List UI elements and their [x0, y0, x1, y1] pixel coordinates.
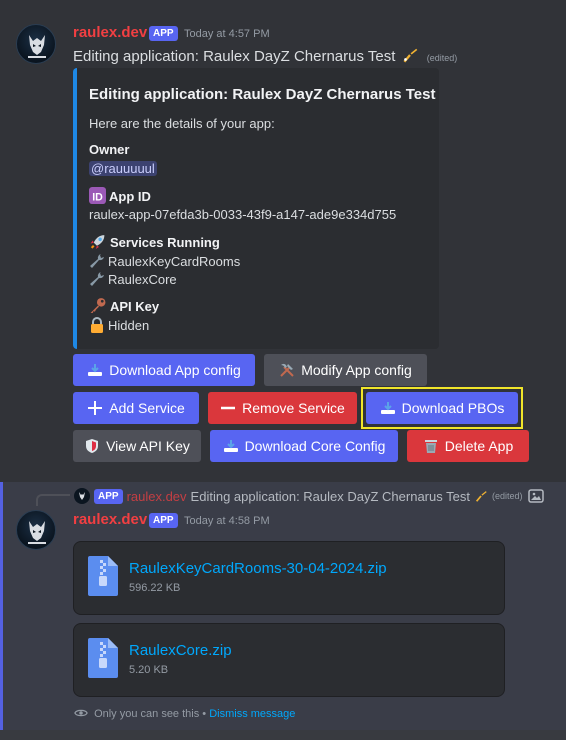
reply-preview[interactable]: APP raulex.dev Editing application: Raul…: [74, 487, 545, 505]
field-name-owner: Owner: [89, 142, 130, 157]
timestamp: Today at 4:58 PM: [184, 515, 270, 527]
attachment-filename-link[interactable]: RaulexCore.zip: [129, 642, 232, 659]
file-attachment: RaulexKeyCardRooms-30-04-2024.zip 596.22…: [73, 541, 505, 615]
button-label: View API Key: [106, 438, 190, 454]
field-name-services: Services Running: [89, 233, 220, 250]
service-name: RaulexKeyCardRooms: [108, 254, 241, 269]
add-service-button[interactable]: Add Service: [73, 392, 199, 424]
separator: •: [202, 708, 207, 720]
wolf-logo-icon: [28, 521, 46, 544]
button-label: Add Service: [109, 400, 185, 416]
field-label: Services Running: [110, 235, 220, 250]
lock-icon: [91, 317, 103, 333]
field-name-app-id: ID App ID: [89, 187, 151, 204]
tray-download-icon: [223, 440, 238, 452]
attachment-filename-link[interactable]: RaulexKeyCardRooms-30-04-2024.zip: [129, 560, 387, 577]
reply-content: Editing application: Raulex DayZ Chernar…: [190, 488, 470, 504]
username[interactable]: raulex.dev: [73, 511, 147, 528]
trash-icon: [424, 440, 437, 453]
image-icon: [528, 489, 545, 503]
minus-icon: [221, 406, 236, 410]
edited-label: (edited): [426, 53, 458, 63]
view-api-key-button[interactable]: View API Key: [73, 430, 201, 462]
remove-service-button[interactable]: Remove Service: [208, 392, 357, 424]
eye-icon: [74, 709, 88, 717]
field-value-owner: @rauuuuul: [89, 161, 157, 176]
ephemeral-text: Only you can see this: [94, 708, 200, 720]
message-content: Editing application: Raulex DayZ Chernar…: [73, 46, 457, 65]
id-badge-icon: ID: [89, 187, 106, 204]
shield-icon: [86, 439, 99, 453]
delete-app-button[interactable]: Delete App: [407, 430, 529, 462]
attachment-size: 596.22 KB: [129, 582, 181, 594]
focus-highlight: [361, 387, 523, 429]
button-label: Download App config: [109, 362, 241, 378]
wrench-icon: [90, 272, 104, 286]
field-label: App ID: [109, 189, 151, 204]
wrench-icon: [90, 254, 104, 268]
api-key-value: Hidden: [108, 318, 150, 333]
field-label: API Key: [110, 299, 160, 314]
user-mention[interactable]: @rauuuuul: [89, 161, 157, 176]
download-app-config-button[interactable]: Download App config: [73, 354, 255, 386]
button-label: Delete App: [444, 438, 514, 454]
modify-app-config-button[interactable]: Modify App config: [264, 354, 427, 386]
service-name: RaulexCore: [108, 272, 177, 287]
scroll-track: [0, 730, 566, 740]
reply-username[interactable]: raulex.dev: [127, 489, 187, 504]
ephemeral-indicator-bar: [0, 482, 3, 740]
plus-icon: [88, 401, 103, 415]
rocket-icon: [90, 235, 105, 249]
message-text: Editing application: Raulex DayZ Chernar…: [73, 48, 396, 65]
ephemeral-notice: Only you can see this • Dismiss message: [74, 706, 295, 720]
field-value-service: RaulexCore: [89, 271, 177, 287]
embed-title: Editing application: Raulex DayZ Chernar…: [89, 86, 436, 103]
tray-download-icon: [88, 364, 103, 376]
button-label: Download Core Config: [244, 438, 386, 454]
loading-icon: [403, 48, 417, 63]
loading-icon: [475, 491, 487, 502]
app-badge: APP: [94, 488, 123, 504]
key-icon: [90, 298, 106, 313]
field-value-app-id: raulex-app-07efda3b-0033-43f9-a147-ade9e…: [89, 207, 397, 222]
embed-description: Here are the details of your app:: [89, 116, 275, 131]
avatar[interactable]: [16, 510, 56, 550]
field-value-service: RaulexKeyCardRooms: [89, 253, 240, 269]
svg-text:ID: ID: [92, 191, 103, 203]
avatar[interactable]: [16, 24, 56, 64]
username[interactable]: raulex.dev: [73, 24, 147, 41]
zip-file-icon: [88, 556, 118, 596]
reply-avatar-icon: [74, 488, 90, 504]
field-value-api-key: Hidden: [89, 317, 149, 333]
download-core-config-button[interactable]: Download Core Config: [210, 430, 398, 462]
button-label: Remove Service: [242, 400, 345, 416]
app-badge: APP: [149, 513, 178, 528]
file-attachment: RaulexCore.zip 5.20 KB: [73, 623, 505, 697]
wolf-logo-icon: [28, 35, 46, 58]
edited-label: (edited): [491, 491, 523, 501]
dismiss-message-link[interactable]: Dismiss message: [209, 708, 295, 720]
embed: Editing application: Raulex DayZ Chernar…: [73, 68, 439, 349]
button-label: Modify App config: [301, 362, 412, 378]
zip-file-icon: [88, 638, 118, 678]
field-name-api-key: API Key: [89, 297, 159, 314]
timestamp: Today at 4:57 PM: [184, 28, 270, 40]
attachment-size: 5.20 KB: [129, 664, 169, 676]
hammer-pick-icon: [280, 363, 294, 377]
reply-connector: [36, 494, 70, 506]
app-badge: APP: [149, 26, 178, 41]
